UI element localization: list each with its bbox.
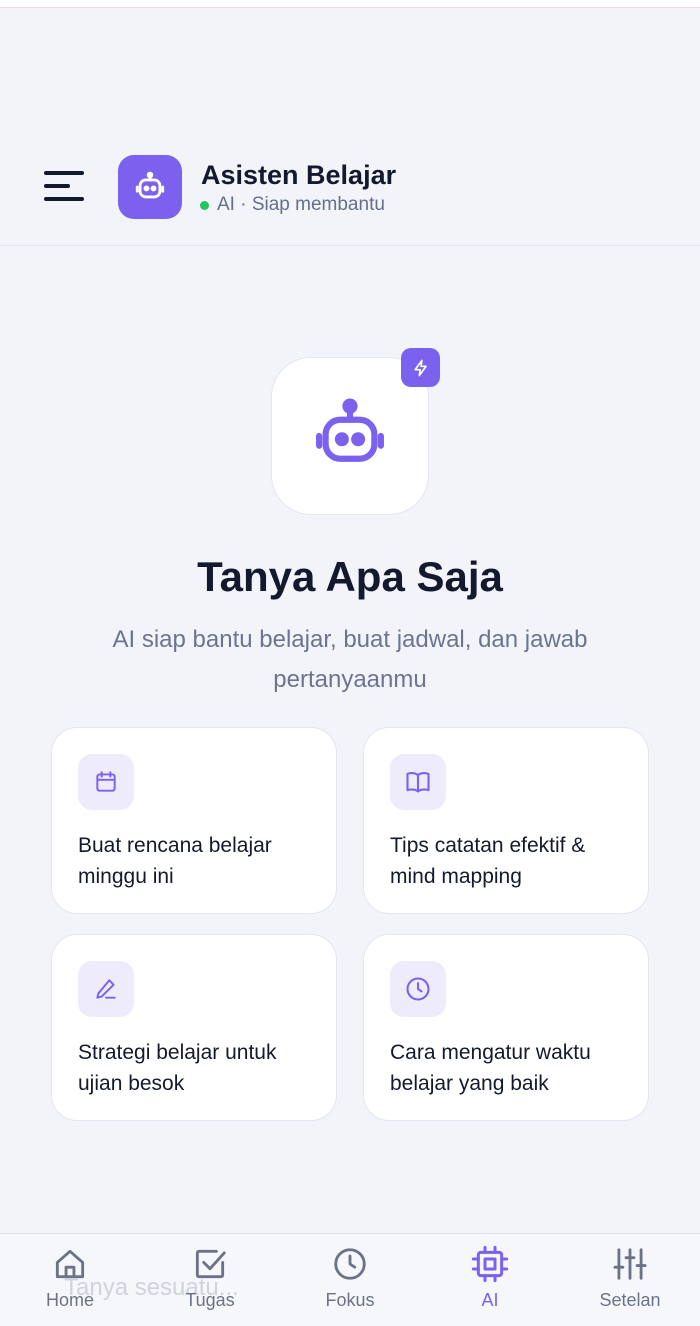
card-icon-box xyxy=(78,961,134,1017)
nav-label: Home xyxy=(45,1290,94,1310)
nav-item-fokus[interactable]: Fokus xyxy=(295,1243,405,1319)
card-icon-box xyxy=(390,961,446,1017)
robot-icon xyxy=(135,171,165,199)
robot-icon xyxy=(316,398,384,462)
pencil-icon xyxy=(96,979,116,999)
page-title: Asisten Belajar xyxy=(201,160,397,190)
assistant-status: AI · Siap membantu xyxy=(200,194,385,216)
menu-button[interactable] xyxy=(38,168,90,208)
menu-icon xyxy=(44,171,84,175)
status-text: AI · Siap membantu xyxy=(217,194,385,215)
app-header: Asisten Belajar AI · Siap membantu xyxy=(0,130,700,246)
card-icon-box xyxy=(78,754,134,810)
lightning-badge xyxy=(401,348,440,387)
suggestion-card-exam-strategy[interactable]: Strategi belajar untuk ujian besok xyxy=(51,934,337,1121)
ai-assistant-screen: Asisten Belajar AI · Siap membantu Tanya… xyxy=(0,0,700,1326)
lightning-icon xyxy=(413,359,427,376)
nav-item-tugas[interactable]: Tugas xyxy=(155,1243,265,1319)
nav-item-ai[interactable]: AI xyxy=(435,1243,545,1319)
home-icon xyxy=(55,1249,85,1279)
nav-label: AI xyxy=(481,1290,499,1310)
nav-item-setelan[interactable]: Setelan xyxy=(575,1243,685,1319)
clock-icon xyxy=(406,977,430,1001)
check-square-icon xyxy=(195,1249,226,1279)
calendar-icon xyxy=(96,771,116,792)
suggestion-label: Cara mengatur waktu belajar yang baik xyxy=(390,1041,591,1095)
clock-icon xyxy=(334,1248,366,1280)
status-bar-edge xyxy=(0,0,700,8)
suggestion-label: Tips catatan efektif & mind mapping xyxy=(390,834,586,888)
card-icon-box xyxy=(390,754,446,810)
hero-subtitle: AI siap bantu belajar, buat jadwal, dan … xyxy=(112,626,588,693)
assistant-avatar xyxy=(118,155,182,219)
suggestion-card-study-plan[interactable]: Buat rencana belajar minggu ini xyxy=(51,727,337,914)
suggestion-card-note-tips[interactable]: Tips catatan efektif & mind mapping xyxy=(363,727,649,914)
sliders-icon xyxy=(613,1248,647,1280)
book-open-icon xyxy=(406,772,430,793)
nav-item-home[interactable]: Home xyxy=(15,1243,125,1319)
suggestion-card-time-management[interactable]: Cara mengatur waktu belajar yang baik xyxy=(363,934,649,1121)
nav-label: Fokus xyxy=(325,1290,375,1310)
suggestion-label: Strategi belajar untuk ujian besok xyxy=(78,1041,277,1095)
online-status-dot xyxy=(200,200,209,210)
hero-title: Tanya Apa Saja xyxy=(197,553,503,600)
nav-label: Setelan xyxy=(599,1290,661,1310)
suggestion-label: Buat rencana belajar minggu ini xyxy=(78,834,272,888)
cpu-icon xyxy=(471,1245,509,1283)
nav-label: Tugas xyxy=(185,1290,235,1310)
